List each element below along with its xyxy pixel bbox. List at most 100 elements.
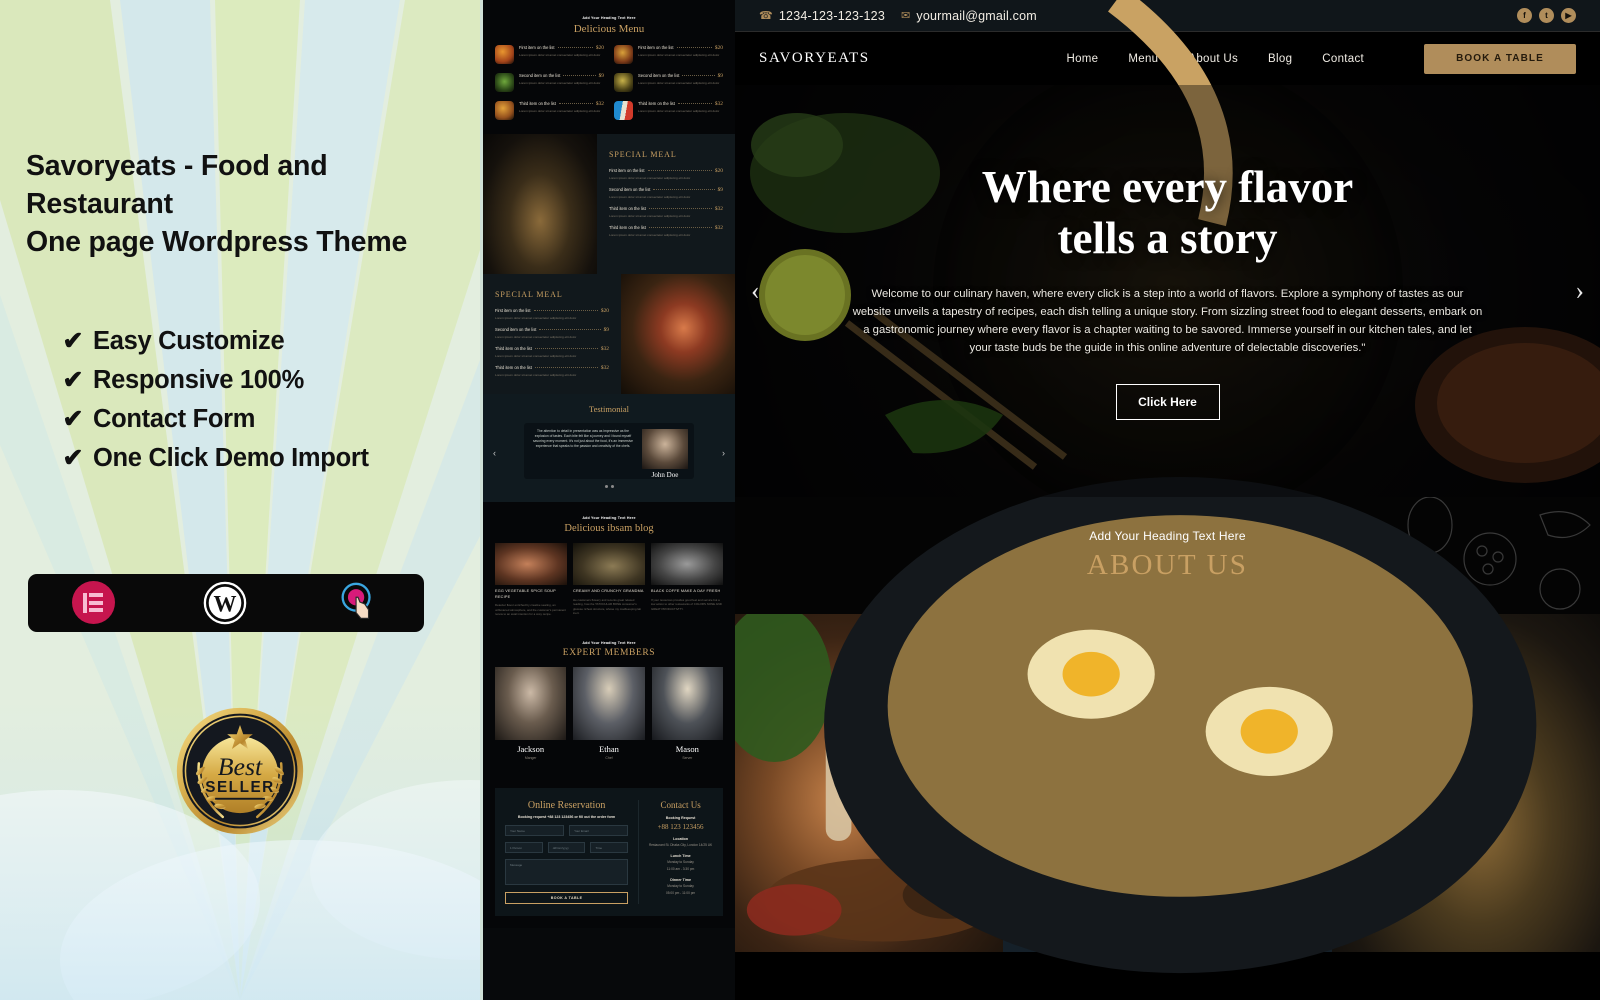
special-meal-item: Third item on the list $32 Lorem ipsum dol… [495, 365, 609, 377]
contact-location-label: Location [673, 836, 689, 841]
thumb-menu-heading: Delicious Menu [573, 23, 645, 35]
reservation-submit-button[interactable]: BOOK A TABLE [505, 891, 629, 904]
testimonial-name: John Doe [651, 471, 679, 479]
team-role: Chef [605, 755, 613, 760]
feature-label: One Click Demo Import [93, 443, 369, 472]
reservation-name-input[interactable]: Your Name [505, 824, 565, 836]
dish-thumbnail [495, 73, 514, 92]
contact-lunch-days: Monday to Sunday [667, 860, 694, 864]
thumb-menu-item: Second item on the list $9 Lorem ipsum dol… [495, 73, 604, 92]
team-photo [573, 666, 645, 740]
thumb-menu-item: Second item on the list $9 Lorem ipsum dol… [614, 73, 723, 92]
reservation-time-input[interactable]: Time [590, 841, 629, 853]
reservation-form: Online Reservation Booking request +88 1… [505, 799, 629, 904]
check-icon: ✔ [62, 366, 84, 395]
special-meal-item: Third item on the list $32 Lorem ipsum dol… [609, 225, 723, 237]
check-icon: ✔ [62, 327, 84, 356]
blog-desc: If your resources provides good feel and… [651, 597, 722, 611]
about-right-photo [824, 0, 1600, 974]
about-lead: Add Your Heading Text Here [1089, 529, 1246, 543]
contact-lunch-label: Lunch Time [670, 854, 691, 858]
thumb-menu-item: First item on the list $20 Lorem ipsum dol… [614, 45, 723, 64]
website-preview: ☎ 1234-123-123-123 ✉ yourmail@gmail.com … [735, 0, 1600, 1000]
special-meal-item: Second item on the list $9 Lorem ipsum dol… [609, 187, 723, 199]
theme-preview-banner: Savoryeats - Food and Restaurant One pag… [0, 0, 1600, 1000]
wordpress-logo-icon: W [203, 581, 246, 624]
team-card: Ethan Chef [573, 666, 645, 760]
hero-title: Where every flavor tells a story [981, 162, 1354, 264]
thumb-menu-section: Add Your Heading Text Here Delicious Men… [483, 0, 735, 134]
thumb-team-grid: Jackson Manger Ethan Chef Mason Server [495, 666, 723, 760]
testimonial-avatar [642, 429, 688, 469]
thumb-menu-item: Third item on the list $32 Lorem ipsum dol… [495, 101, 604, 120]
dish-thumbnail [495, 101, 514, 120]
dish-thumbnail [614, 101, 633, 120]
reservation-persons-select[interactable]: 1 Person [505, 841, 543, 853]
feature-item: ✔ Responsive 100% [62, 361, 454, 400]
feature-list: ✔ Easy Customize ✔ Responsive 100% ✔ Con… [26, 322, 454, 478]
team-photo [651, 666, 723, 740]
dish-thumbnail [614, 45, 633, 64]
thumb-menu-grid: First item on the list $20 Lorem ipsum dol… [495, 45, 723, 120]
contact-booking-label: Booking Request [665, 815, 696, 820]
thumb-blog-grid: EGG VEGETABLE SPICE SOUP RECIPE Detecter… [495, 543, 723, 617]
reservation-message-textarea[interactable]: Message [505, 858, 629, 885]
blog-photo [573, 543, 645, 585]
testimonial-card: The attention to detail in presentation … [524, 423, 694, 479]
team-card: Mason Server [651, 666, 723, 760]
contact-lunch-hours: 11:00 am - 3:30 pm [666, 867, 695, 872]
blog-title: EGG VEGETABLE SPICE SOUP RECIPE [495, 589, 556, 599]
blog-photo [651, 543, 723, 585]
blog-title: CREAMY AND CRUNCHY GRANDMA [573, 589, 644, 593]
reservation-email-input[interactable]: Your Email [569, 824, 629, 836]
testimonial-next-arrow[interactable]: › [722, 448, 725, 458]
hero-prev-arrow[interactable]: ‹ [751, 276, 760, 306]
special-meal-title: SPECIAL MEAL [495, 290, 563, 299]
contact-title: Contact Us [660, 799, 701, 810]
contact-location-value: Restaurant St. Dhaka City, London 14/25 … [648, 842, 713, 847]
special-meal-item: First item on the list $20 Lorem ipsum dol… [495, 308, 609, 320]
blog-card: EGG VEGETABLE SPICE SOUP RECIPE Detecter… [495, 543, 567, 617]
promo-panel: Savoryeats - Food and Restaurant One pag… [0, 0, 480, 1000]
contact-info: Contact Us Booking Request +88 123 12345… [638, 799, 713, 904]
thumb-testimonial-heading: Testimonial [588, 404, 629, 414]
best-seller-badge-wrap: Best SELLER [26, 704, 454, 838]
special-meal-item: Third item on the list $32 Lorem ipsum dol… [609, 206, 723, 218]
team-role: Server [682, 755, 693, 760]
hero-click-here-button[interactable]: Click Here [1115, 383, 1220, 420]
thumb-reservation-section: Online Reservation Booking request +88 1… [483, 771, 735, 928]
reservation-subtitle: Booking request +88 123 123456 or fill o… [517, 814, 616, 819]
feature-item: ✔ Contact Form [62, 400, 454, 439]
one-click-import-icon [341, 582, 371, 619]
team-card: Jackson Manger [495, 666, 567, 760]
contact-dinner-days: Monday to Sunday [667, 884, 694, 889]
team-role: Manger [524, 755, 537, 760]
contact-phone: +88 123 123456 [657, 822, 704, 831]
blog-desc: He customers flowery and recents great r… [573, 597, 642, 616]
best-seller-badge-icon: Best SELLER [176, 707, 304, 834]
check-icon: ✔ [62, 405, 84, 434]
thumb-blog-section: Add Your Heading Text Here Delicious ibs… [483, 502, 735, 627]
check-icon: ✔ [62, 444, 84, 473]
page-thumbnail-column: Add Your Heading Text Here Delicious Men… [480, 0, 735, 1000]
special-meal-item: Second item on the list $9 Lorem ipsum dol… [495, 327, 609, 339]
badge-word-bottom: SELLER [205, 779, 275, 796]
reservation-title: Online Reservation [527, 799, 606, 811]
thumb-blog-heading: Delicious ibsam blog [564, 523, 654, 534]
reservation-date-input[interactable]: dd/mm/yyyy [547, 841, 586, 853]
thumb-blog-lead: Add Your Heading Text Here [582, 516, 636, 520]
blog-title: BLACK COFFE MAKE A DAY FRESH [651, 589, 721, 593]
feature-label: Contact Form [93, 404, 256, 433]
thumb-special-meal-1: SPECIAL MEAL First item on the list $20 Lo… [483, 134, 735, 274]
testimonial-prev-arrow[interactable]: ‹ [493, 448, 496, 458]
blog-card: CREAMY AND CRUNCHY GRANDMA He customers … [573, 543, 645, 617]
thumb-special-meal-2: SPECIAL MEAL First item on the list $20 Lo… [483, 274, 735, 394]
thumb-testimonial-section: Testimonial The attention to detail in p… [483, 394, 735, 502]
elementor-logo-icon [71, 581, 115, 625]
thumb-team-lead: Add Your Heading Text Here [582, 640, 636, 645]
thumb-team-section: Add Your Heading Text Here EXPERT MEMBER… [483, 626, 735, 772]
hero-description: Welcome to our culinary haven, where eve… [852, 288, 1483, 354]
testimonial-dots[interactable] [483, 485, 735, 488]
testimonial-quote: The attention to detail in presentation … [532, 429, 634, 449]
hero-next-arrow[interactable]: › [1575, 276, 1584, 306]
